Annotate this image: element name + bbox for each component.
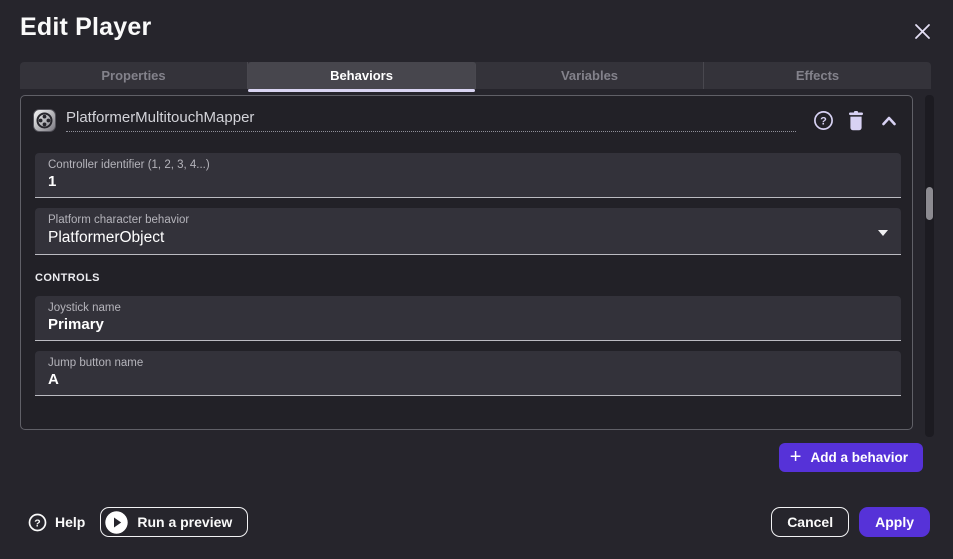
run-preview-button[interactable]: Run a preview bbox=[100, 507, 248, 537]
cancel-button[interactable]: Cancel bbox=[771, 507, 849, 537]
platform-behavior-select[interactable]: Platform character behavior PlatformerOb… bbox=[35, 208, 901, 255]
footer-bar: ? Help Run a preview Cancel Apply bbox=[0, 505, 953, 539]
scrollbar-thumb[interactable] bbox=[926, 187, 933, 220]
add-behavior-label: Add a behavior bbox=[810, 450, 908, 465]
behavior-fields: Controller identifier (1, 2, 3, 4...) Pl… bbox=[21, 153, 912, 396]
jump-button-name-field[interactable]: Jump button name bbox=[35, 351, 901, 396]
chevron-up-icon[interactable] bbox=[878, 110, 900, 132]
controls-section-header: CONTROLS bbox=[35, 272, 912, 284]
tab-label: Effects bbox=[796, 68, 839, 83]
behavior-panel: ? Controller identifier (1, 2, 3, 4...) bbox=[20, 95, 913, 430]
apply-label: Apply bbox=[875, 514, 914, 530]
help-button[interactable]: ? Help bbox=[28, 513, 85, 532]
dialog-title: Edit Player bbox=[20, 13, 151, 42]
help-icon: ? bbox=[28, 513, 47, 532]
field-label: Controller identifier (1, 2, 3, 4...) bbox=[48, 159, 888, 171]
joystick-name-input[interactable] bbox=[48, 316, 888, 333]
behavior-name-input[interactable] bbox=[66, 109, 796, 132]
tab-label: Variables bbox=[561, 68, 618, 83]
close-icon-glyph bbox=[914, 23, 931, 40]
play-icon bbox=[105, 511, 128, 534]
selected-value: PlatformerObject bbox=[48, 228, 888, 247]
apply-button[interactable]: Apply bbox=[859, 507, 930, 537]
field-label: Platform character behavior bbox=[48, 214, 888, 226]
help-label: Help bbox=[55, 514, 85, 530]
trash-icon[interactable] bbox=[845, 110, 867, 132]
tab-label: Behaviors bbox=[330, 68, 393, 83]
plus-icon: + bbox=[790, 447, 802, 467]
tab-behaviors[interactable]: Behaviors bbox=[248, 62, 476, 89]
field-label: Joystick name bbox=[48, 302, 888, 314]
add-behavior-button[interactable]: + Add a behavior bbox=[779, 443, 923, 472]
tab-bar: Properties Behaviors Variables Effects bbox=[20, 62, 931, 89]
svg-text:?: ? bbox=[820, 115, 827, 127]
tab-label: Properties bbox=[101, 68, 165, 83]
field-label: Jump button name bbox=[48, 357, 888, 369]
controller-identifier-input[interactable] bbox=[48, 173, 888, 190]
tab-variables[interactable]: Variables bbox=[476, 62, 704, 89]
help-icon[interactable]: ? bbox=[812, 110, 834, 132]
joystick-name-field[interactable]: Joystick name bbox=[35, 296, 901, 341]
svg-text:?: ? bbox=[34, 517, 40, 529]
tab-effects[interactable]: Effects bbox=[704, 62, 931, 89]
gamepad-button-icon bbox=[33, 109, 56, 132]
scrollbar-track[interactable] bbox=[925, 95, 934, 437]
chevron-down-icon bbox=[878, 230, 888, 241]
jump-button-name-input[interactable] bbox=[48, 371, 888, 388]
close-icon[interactable] bbox=[909, 18, 935, 44]
cancel-label: Cancel bbox=[787, 514, 833, 530]
controller-identifier-field[interactable]: Controller identifier (1, 2, 3, 4...) bbox=[35, 153, 901, 198]
behavior-header-actions: ? bbox=[812, 110, 904, 132]
behavior-panel-header: ? bbox=[21, 96, 912, 132]
run-preview-label: Run a preview bbox=[137, 514, 232, 530]
tab-properties[interactable]: Properties bbox=[20, 62, 248, 89]
